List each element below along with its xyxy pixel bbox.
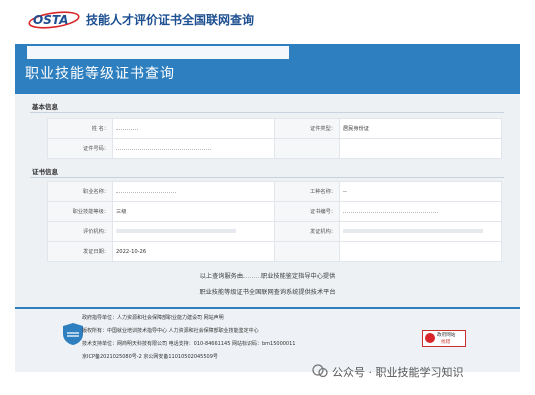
cert-number-label: 证书编号： bbox=[274, 201, 340, 222]
section-divider bbox=[30, 177, 504, 178]
eval-org-value bbox=[112, 221, 275, 242]
name-label: 姓 名： bbox=[47, 118, 113, 139]
id-number-label: 证件号码： bbox=[47, 138, 113, 159]
empty-label bbox=[274, 241, 340, 262]
wechat-icon bbox=[312, 364, 328, 378]
certificate-info-table: 职业名称： 工种名称： -- 职业技能等级： 三级 证书编号： 评价机构： 发证… bbox=[47, 181, 502, 262]
issue-date-value: 2022-10-26 bbox=[112, 241, 275, 262]
cert-number-value bbox=[339, 201, 502, 222]
empty-label bbox=[274, 138, 340, 159]
issue-date-label: 发证日期： bbox=[47, 241, 113, 262]
skill-level-label: 职业技能等级： bbox=[47, 201, 113, 222]
eval-org-label: 评价机构： bbox=[47, 221, 113, 242]
report-error-label: 找错 bbox=[441, 340, 451, 345]
certificate-info-heading: 证书信息 bbox=[32, 168, 58, 176]
issuing-org-label: 发证机构： bbox=[274, 221, 340, 242]
issuing-org-value bbox=[339, 221, 502, 242]
footer-guidance: 政府指导单位：人力资源和社会保障部职业能力建设司 网站声明 bbox=[82, 315, 224, 321]
basic-info-table: 姓 名： 证件类型： 居民身份证 证件号码： bbox=[47, 118, 502, 159]
site-title: 技能人才评价证书全国联网查询 bbox=[86, 13, 255, 27]
emblem-icon bbox=[425, 333, 435, 343]
service-note-prefix: 以上查询服务由 bbox=[199, 273, 244, 280]
job-type-value: -- bbox=[339, 181, 502, 202]
osta-logo-icon: OSTA bbox=[28, 11, 80, 29]
footer-support: 技术支持单位：网商明天科技有限公司 电话支持：010-84661145 网站标识… bbox=[82, 341, 296, 347]
empty-value bbox=[339, 138, 502, 159]
section-divider bbox=[30, 112, 504, 113]
platform-note: 职业技能等级证书全国联网查询系统提供技术平台 bbox=[199, 289, 336, 296]
service-note: 以上查询服务由 职业技能鉴定指导中心提供 bbox=[0, 271, 535, 280]
name-value bbox=[112, 118, 275, 139]
redacted-block bbox=[27, 46, 289, 59]
cert-type-label: 证件类型： bbox=[274, 118, 340, 139]
basic-info-heading: 基本信息 bbox=[32, 103, 58, 111]
occupation-label: 职业名称： bbox=[47, 181, 113, 202]
skill-level-value: 三级 bbox=[112, 201, 275, 222]
page-banner: 职业技能等级证书查询 bbox=[15, 44, 520, 94]
wechat-watermark: 公众号 · 职业技能学习知识 bbox=[312, 360, 527, 382]
footer-copyright: 版权所有：中国就业培训技术指导中心 人力资源和社会保障部职业技能鉴定中心 bbox=[82, 328, 259, 334]
gov-site-label: 政府网站 bbox=[437, 333, 456, 338]
watermark-text: 公众号 · 职业技能学习知识 bbox=[332, 366, 464, 379]
footer-icp[interactable]: 京ICP备2021025080号-2 京公网安备11010502045509号 bbox=[82, 353, 218, 360]
job-type-label: 工种名称： bbox=[274, 181, 340, 202]
gov-site-error-badge[interactable]: 政府网站 找错 bbox=[422, 330, 466, 347]
service-note-suffix: 职业技能鉴定指导中心提供 bbox=[261, 273, 336, 280]
svg-text:OSTA: OSTA bbox=[33, 13, 68, 27]
top-logo-bar: OSTA 技能人才评价证书全国联网查询 bbox=[0, 0, 535, 44]
cert-type-value: 居民身份证 bbox=[339, 118, 502, 139]
shield-badge-icon bbox=[63, 323, 83, 345]
occupation-value bbox=[112, 181, 275, 202]
empty-value bbox=[339, 241, 502, 262]
page-title: 职业技能等级证书查询 bbox=[25, 66, 175, 82]
id-number-value bbox=[112, 138, 275, 159]
